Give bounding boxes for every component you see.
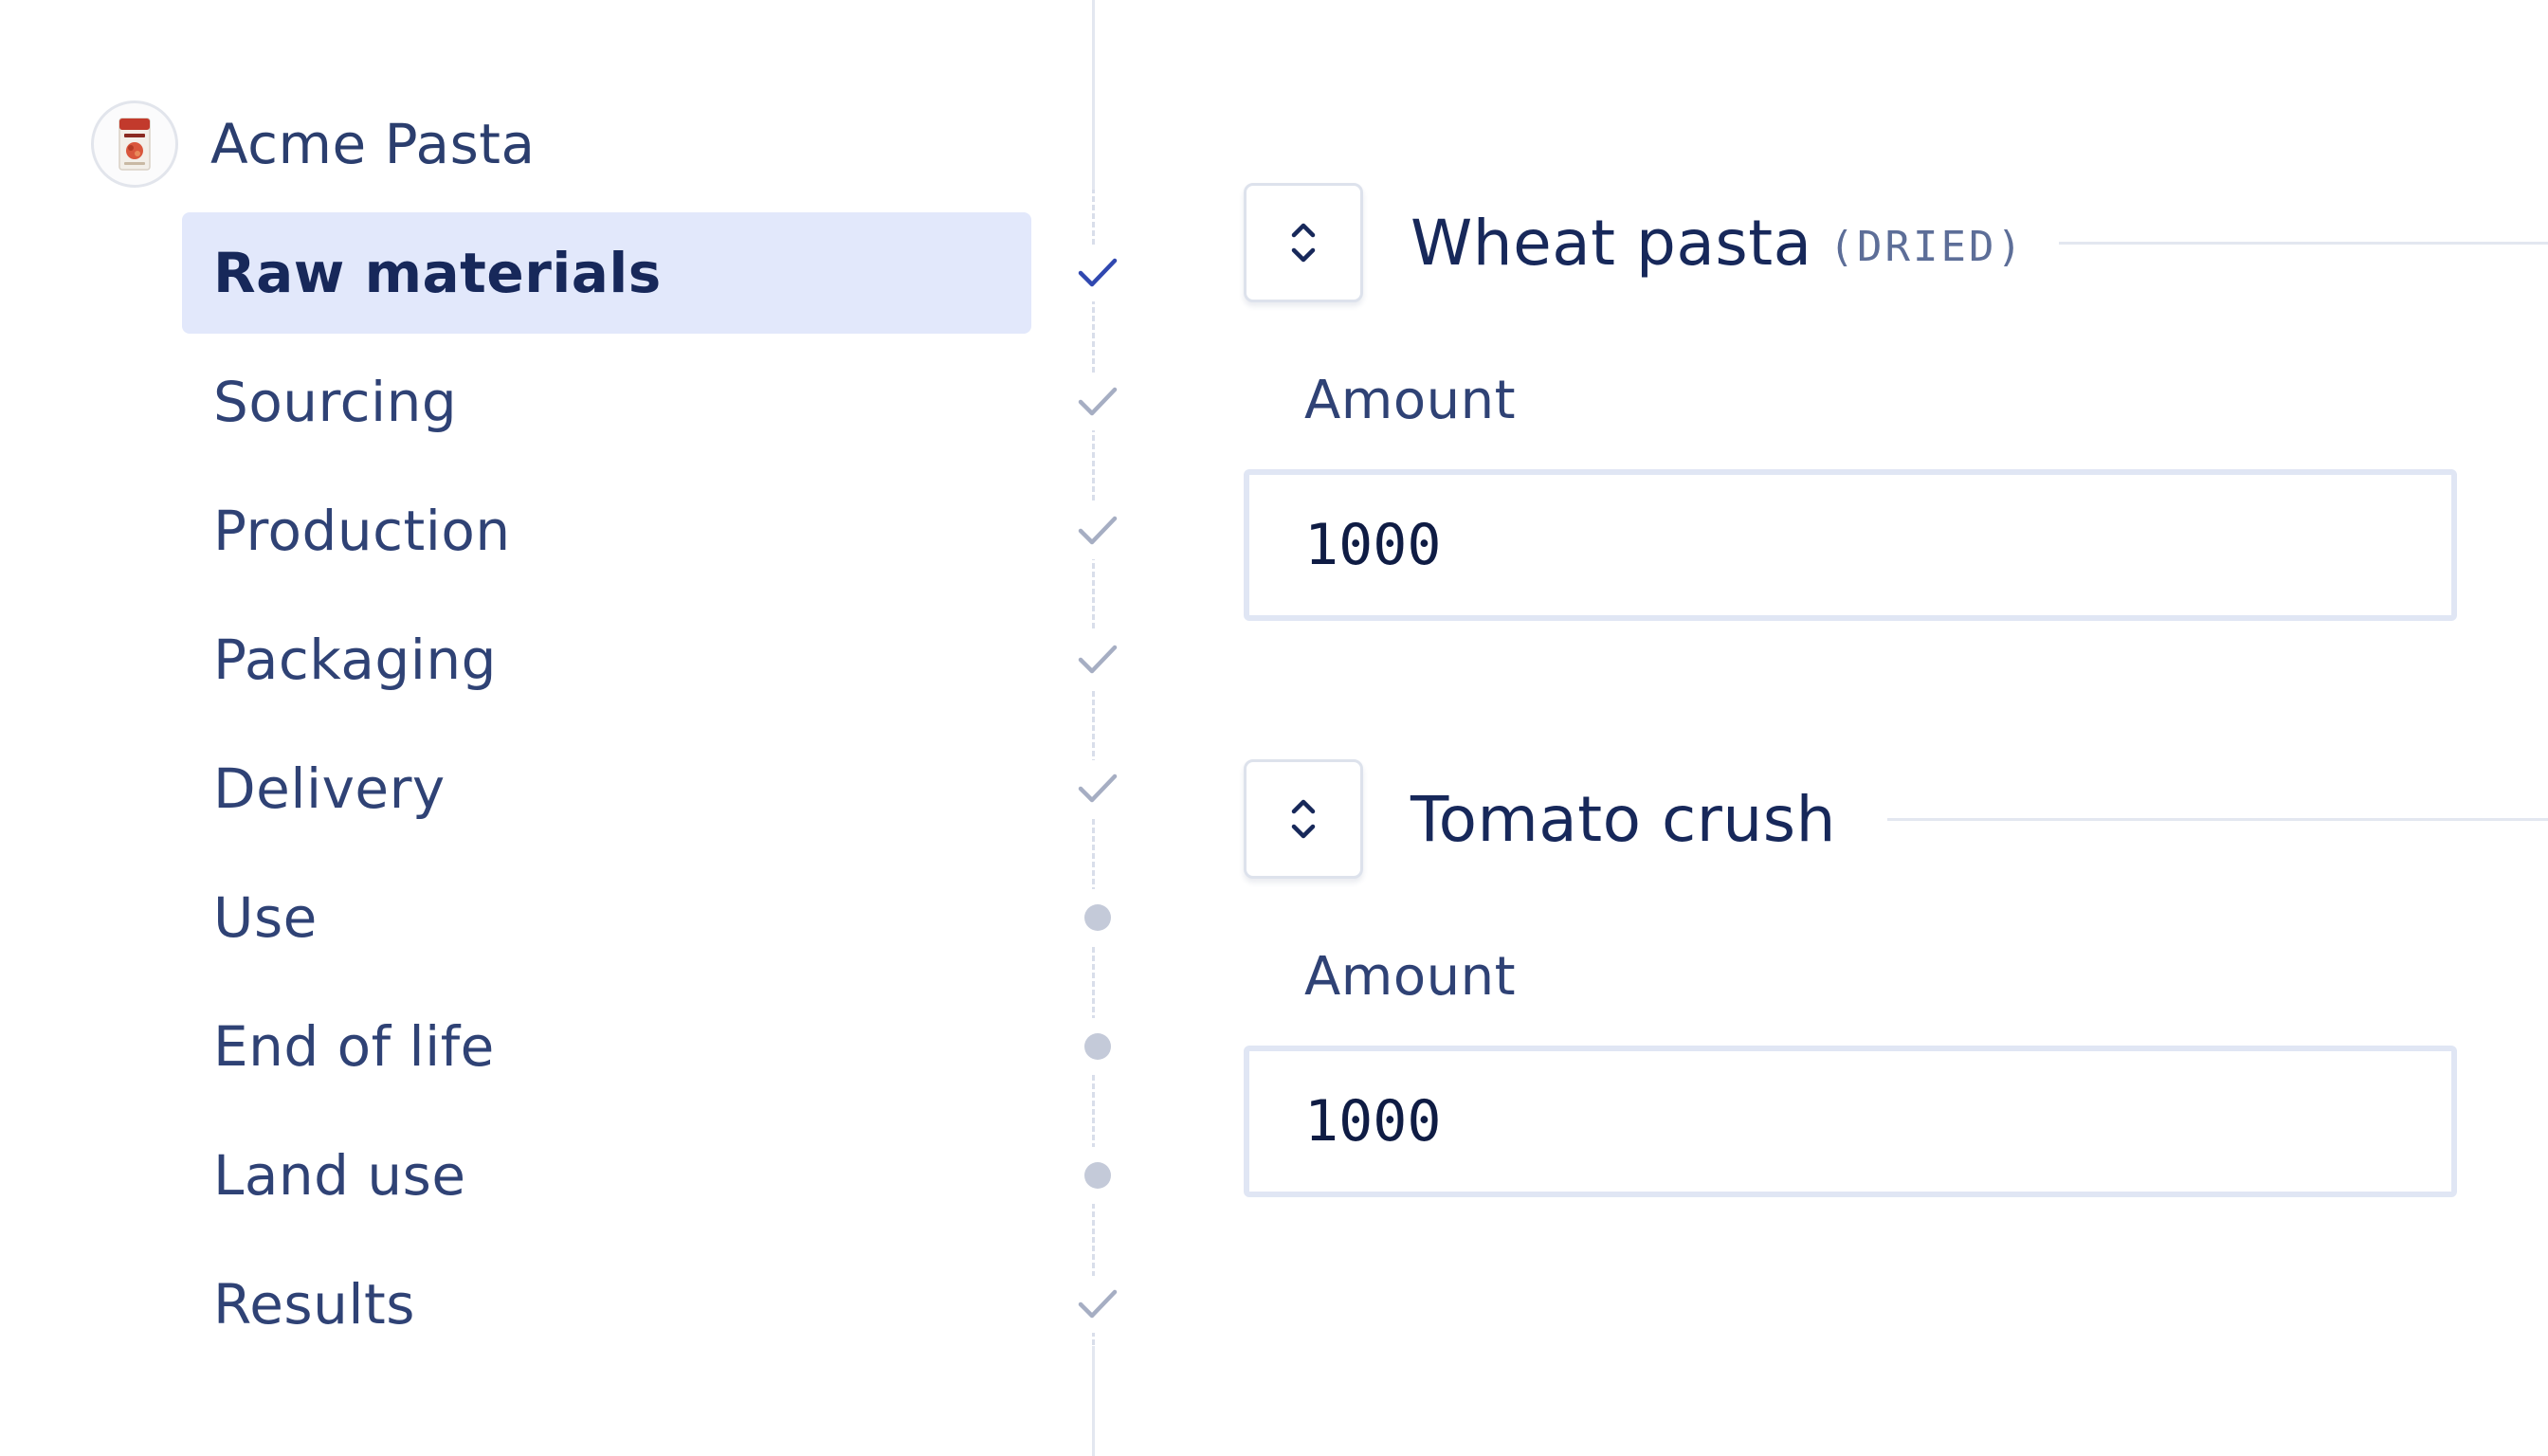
nav-item-label: End of life	[213, 1014, 495, 1079]
nav-item-results[interactable]: Results	[182, 1244, 1130, 1365]
nav-item-label: Raw materials	[213, 241, 662, 305]
ingredient-tag: (DRIED)	[1829, 222, 2025, 271]
ingredient-header: Tomato crush	[1244, 758, 2548, 880]
step-nav: Raw materials Sourcing Production Packag…	[182, 212, 1130, 1373]
nav-item-label: Delivery	[213, 756, 446, 821]
pending-dot-icon	[1069, 1147, 1126, 1204]
nav-item-delivery[interactable]: Delivery	[182, 728, 1130, 849]
amount-label: Amount	[1304, 370, 1517, 431]
pending-dot-icon	[1069, 1018, 1126, 1075]
nav-item-packaging[interactable]: Packaging	[182, 599, 1130, 720]
amount-input[interactable]	[1244, 469, 2457, 621]
nav-item-use[interactable]: Use	[182, 857, 1130, 978]
nav-item-end-of-life[interactable]: End of life	[182, 986, 1130, 1107]
ingredient-header: Wheat pasta (DRIED)	[1244, 182, 2548, 303]
ingredient-name: Wheat pasta	[1410, 206, 1812, 280]
nav-item-label: Sourcing	[213, 370, 458, 434]
ingredient-card: Wheat pasta (DRIED) Amount	[1244, 182, 2548, 621]
pasta-package-icon	[118, 118, 151, 171]
product-name: Acme Pasta	[210, 112, 536, 176]
check-icon	[1069, 760, 1126, 817]
progress-track-top	[1092, 0, 1095, 190]
product-header: Acme Pasta	[91, 99, 536, 190]
nav-item-raw-materials[interactable]: Raw materials	[182, 212, 1130, 334]
sidebar: Acme Pasta Raw materials Sourcing Produc…	[0, 0, 1126, 1456]
nav-item-label: Production	[213, 499, 511, 563]
check-icon	[1069, 502, 1126, 559]
pending-dot-icon	[1069, 889, 1126, 946]
main-content: Wheat pasta (DRIED) Amount Tomato crush …	[1244, 0, 2548, 1456]
check-icon	[1069, 1276, 1126, 1333]
product-avatar	[91, 100, 178, 188]
amount-input[interactable]	[1244, 1046, 2457, 1197]
divider	[2058, 241, 2548, 245]
ingredient-card: Tomato crush Amount	[1244, 758, 2548, 1197]
reorder-button[interactable]	[1244, 759, 1363, 879]
nav-item-label: Results	[213, 1272, 415, 1337]
nav-item-label: Use	[213, 885, 318, 950]
ingredient-name: Tomato crush	[1410, 782, 1836, 856]
check-icon	[1069, 373, 1126, 430]
amount-label: Amount	[1304, 946, 1517, 1008]
nav-item-label: Land use	[213, 1143, 466, 1208]
nav-item-sourcing[interactable]: Sourcing	[182, 341, 1130, 463]
check-icon	[1069, 631, 1126, 688]
chevron-up-down-icon	[1291, 799, 1316, 839]
nav-item-land-use[interactable]: Land use	[182, 1115, 1130, 1236]
check-icon	[1069, 245, 1126, 301]
divider	[1886, 817, 2548, 821]
chevron-up-down-icon	[1291, 223, 1316, 263]
nav-item-label: Packaging	[213, 628, 497, 692]
reorder-button[interactable]	[1244, 183, 1363, 302]
nav-item-production[interactable]: Production	[182, 470, 1130, 592]
